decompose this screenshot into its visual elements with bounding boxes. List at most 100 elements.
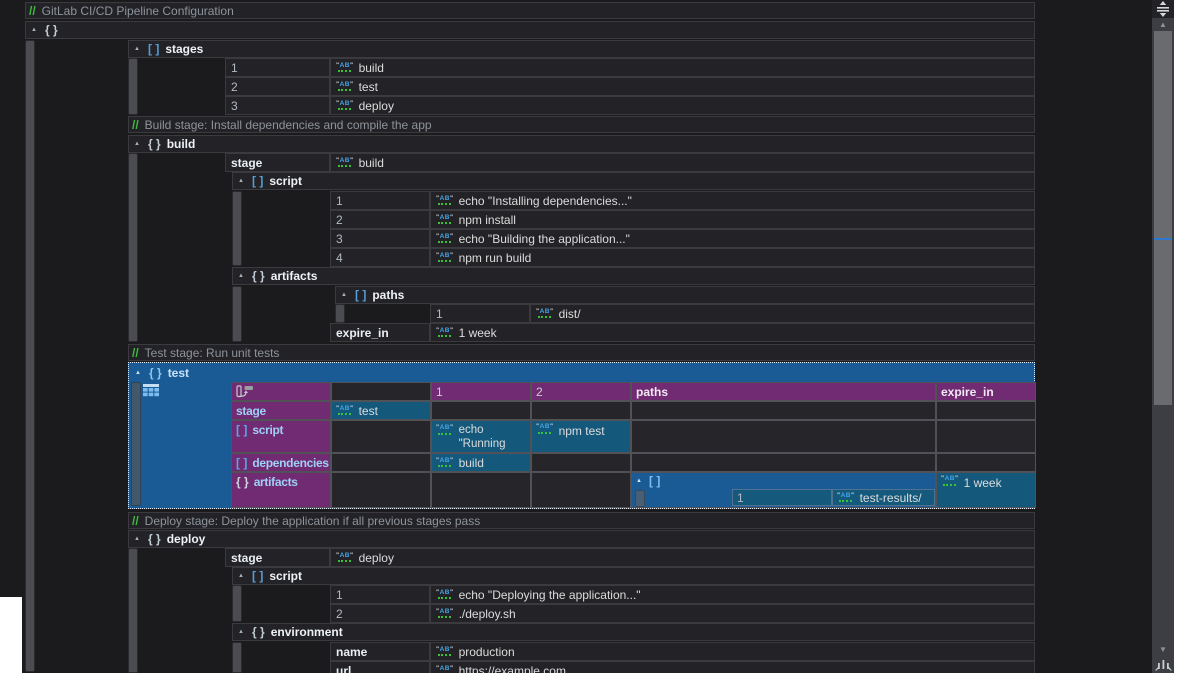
resize-grip-icon[interactable]: [1155, 657, 1172, 671]
script-group-label: script: [269, 569, 302, 583]
quote-glyph: ": [450, 252, 454, 259]
build-group-header[interactable]: ▲ { } build: [128, 135, 1035, 153]
table-value-cell[interactable]: "AB" 1 week: [936, 472, 1036, 508]
build-stage-row: stage "AB" build: [225, 153, 1035, 172]
value-text: test: [359, 404, 378, 418]
table-value-cell[interactable]: "AB" build: [431, 453, 531, 472]
ab-glyph: AB: [440, 327, 450, 334]
transpose-corner-cell[interactable]: [231, 382, 331, 401]
environment-group-header[interactable]: ▲ { } environment: [232, 623, 1035, 641]
index-label: 2: [336, 213, 343, 227]
build-group-label: build: [167, 137, 196, 151]
value-cell[interactable]: "AB" echo "Deploying the application...": [430, 585, 1035, 604]
value-cell[interactable]: "AB" echo "Installing dependencies...": [430, 191, 1035, 210]
value-text: dist/: [559, 307, 581, 321]
scroll-up-arrow[interactable]: ▲: [1152, 19, 1174, 31]
collapse-arrow-icon[interactable]: ▲: [29, 27, 39, 33]
value-text: echo "Deploying the application...": [459, 588, 641, 602]
stages-group-header[interactable]: ▲ [ ] stages: [128, 40, 1035, 58]
value-cell[interactable]: "AB" npm run build: [430, 248, 1035, 267]
table-column-header-2[interactable]: 2: [531, 382, 631, 401]
file-comment-row: // GitLab CI/CD Pipeline Configuration: [25, 2, 1035, 19]
deploy-script-group-header[interactable]: ▲ [ ] script: [232, 567, 1035, 585]
nested-collapse-bar[interactable]: [635, 490, 645, 507]
table-column-header-paths[interactable]: paths: [631, 382, 936, 401]
object-braces: { }: [236, 475, 249, 489]
collapse-arrow-icon[interactable]: ▲: [132, 141, 142, 147]
collapse-arrow-icon[interactable]: ▲: [133, 370, 143, 376]
quote-glyph: ": [955, 475, 959, 482]
paths-group-header[interactable]: ▲ [ ] paths: [335, 286, 1035, 304]
collapse-arrow-icon[interactable]: ▲: [132, 536, 142, 542]
paths-collapse-bar[interactable]: [335, 304, 345, 323]
value-cell[interactable]: "AB" 1 week: [430, 323, 1035, 342]
table-empty-cell: [631, 420, 936, 453]
table-key-cell: { } artifacts: [231, 472, 331, 508]
collapse-arrow-icon[interactable]: ▲: [236, 629, 246, 635]
deploy-collapse-bar[interactable]: [128, 548, 138, 673]
ab-glyph: AB: [440, 665, 450, 672]
key-label: stage: [231, 551, 262, 565]
value-cell[interactable]: "AB" test-results/: [832, 489, 935, 506]
table-empty-cell: [631, 401, 936, 420]
key-label: url: [336, 664, 351, 673]
index-label: 1: [336, 194, 343, 208]
deploy-script-collapse-bar[interactable]: [232, 585, 242, 622]
table-empty-cell: [631, 453, 936, 472]
build-artifacts-group-header[interactable]: ▲ { } artifacts: [232, 267, 1035, 285]
transpose-icon[interactable]: [236, 385, 254, 398]
value-cell[interactable]: "AB" npm install: [430, 210, 1035, 229]
scrollbar-thumb[interactable]: [1154, 31, 1172, 405]
string-type-icon: "AB": [436, 234, 454, 244]
test-table: 1 2 paths expire_in stage "AB" test: [231, 382, 1036, 508]
environment-collapse-bar[interactable]: [232, 642, 242, 673]
table-value-cell[interactable]: "AB" echo "Running unit tests...": [431, 420, 531, 453]
ab-glyph: AB: [440, 646, 450, 653]
value-text: build: [459, 456, 484, 470]
test-group-header[interactable]: ▲ { } test: [130, 364, 192, 382]
value-text: build: [359, 156, 384, 170]
value-cell[interactable]: "AB" ./deploy.sh: [430, 604, 1035, 623]
value-cell[interactable]: "AB" production: [430, 642, 1035, 661]
test-collapse-bar[interactable]: [131, 382, 141, 506]
scroll-down-arrow[interactable]: ▼: [1152, 644, 1174, 656]
value-cell[interactable]: "AB" deploy: [330, 548, 1035, 567]
expire-in-row: expire_in "AB" 1 week: [330, 323, 1035, 342]
root-collapse-bar[interactable]: [25, 40, 35, 672]
index-label: 3: [336, 232, 343, 246]
environment-name-row: name "AB" production: [330, 642, 1035, 661]
ab-glyph: AB: [440, 195, 450, 202]
value-cell[interactable]: "AB" deploy: [330, 96, 1035, 115]
value-cell[interactable]: "AB" dist/: [530, 304, 1035, 323]
value-cell[interactable]: "AB" https://example.com: [430, 661, 1035, 673]
collapse-arrow-icon[interactable]: ▲: [132, 46, 142, 52]
value-cell[interactable]: "AB" echo "Building the application...": [430, 229, 1035, 248]
value-cell[interactable]: "AB" build: [330, 58, 1035, 77]
collapse-arrow-icon[interactable]: ▲: [236, 178, 246, 184]
table-column-header-1[interactable]: 1: [431, 382, 531, 401]
artifacts-collapse-bar[interactable]: [232, 286, 242, 342]
vertical-scrollbar[interactable]: ▲ ▼: [1152, 0, 1174, 673]
table-column-header-expire[interactable]: expire_in: [936, 382, 1036, 401]
build-script-group-header[interactable]: ▲ [ ] script: [232, 172, 1035, 190]
index-label: 2: [336, 607, 343, 621]
stages-collapse-bar[interactable]: [128, 58, 138, 115]
collapse-arrow-icon[interactable]: ▲: [339, 292, 349, 298]
collapse-arrow-icon[interactable]: ▲: [236, 573, 246, 579]
script-collapse-bar[interactable]: [232, 191, 242, 266]
key-cell: stage: [225, 153, 330, 172]
table-view-icon[interactable]: [143, 384, 159, 397]
split-editor-handle[interactable]: [1152, 0, 1174, 18]
collapse-arrow-icon[interactable]: ▲: [236, 273, 246, 279]
deploy-group-header[interactable]: ▲ { } deploy: [128, 530, 1035, 548]
script-item-row: 2 "AB" ./deploy.sh: [330, 604, 1035, 623]
table-value-cell[interactable]: "AB" test: [331, 401, 431, 420]
quote-glyph: ": [450, 327, 454, 334]
root-object-row[interactable]: ▲ { }: [25, 21, 1035, 39]
nested-array-header[interactable]: ▲ [ ]: [632, 473, 935, 489]
value-cell[interactable]: "AB" test: [330, 77, 1035, 96]
collapse-arrow-icon[interactable]: ▲: [634, 478, 644, 484]
build-collapse-bar[interactable]: [128, 153, 138, 342]
table-value-cell[interactable]: "AB" npm test: [531, 420, 631, 453]
value-cell[interactable]: "AB" build: [330, 153, 1035, 172]
